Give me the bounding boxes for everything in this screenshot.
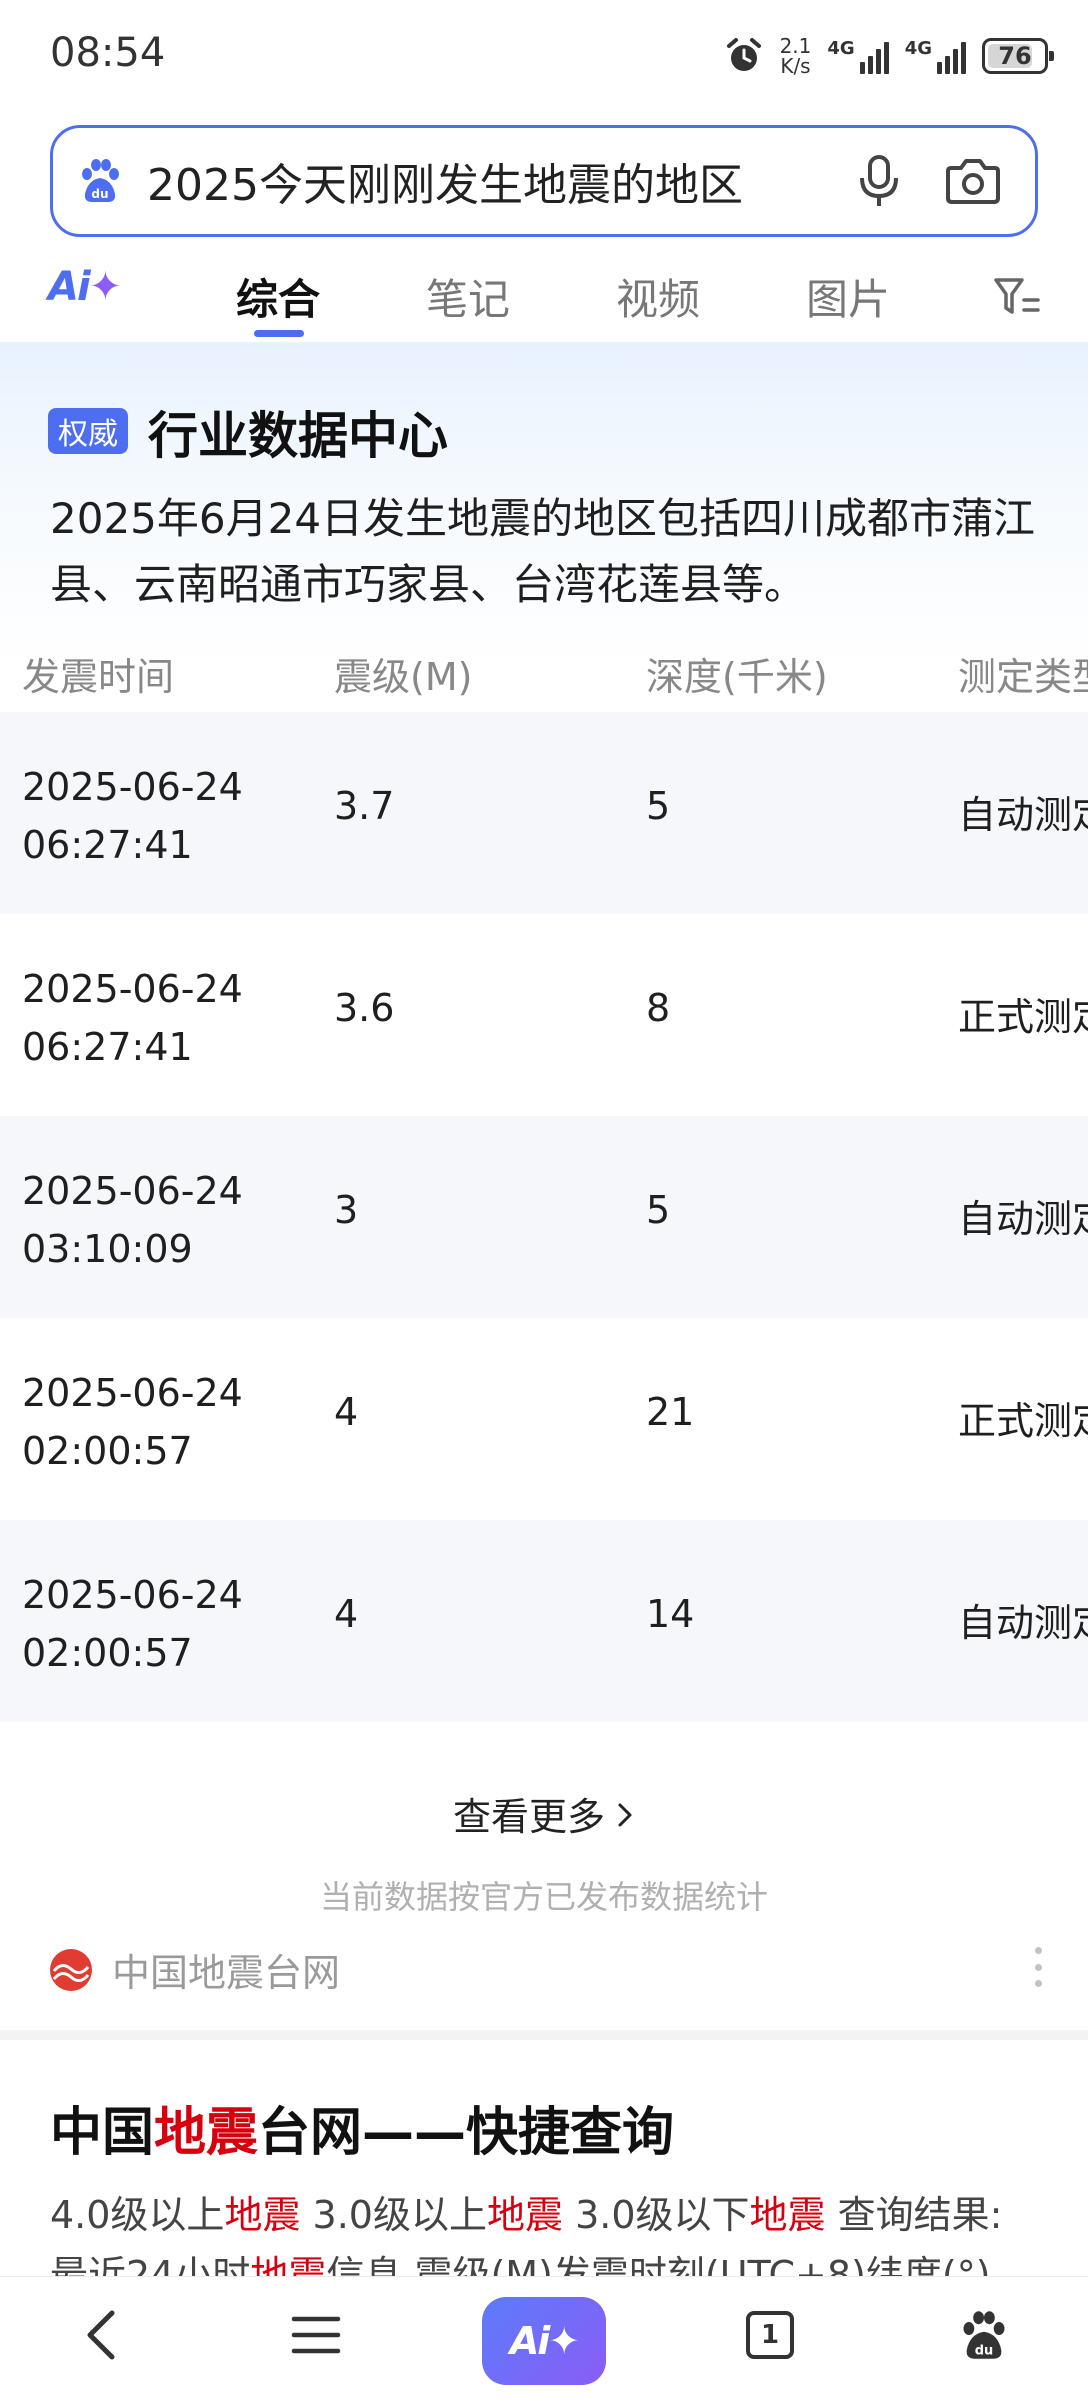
alarm-icon xyxy=(726,38,761,71)
snippet-text: 查询结果: xyxy=(825,2193,1003,2237)
cell-type: 正式测定 xyxy=(958,1399,1088,1443)
network-speed-unit: K/s xyxy=(780,54,811,78)
data-footnote: 当前数据按官方已发布数据统计 xyxy=(319,1878,768,1916)
column-header-time: 发震时间 xyxy=(22,655,175,699)
microphone-icon xyxy=(860,155,898,206)
section-divider xyxy=(0,2030,1088,2040)
industry-data-card: 权威 行业数据中心 2025年6月24日发生地震的地区包括四川成都市蒲江县、云南… xyxy=(0,342,1088,2030)
baidu-home-button[interactable]: du xyxy=(944,2295,1024,2375)
cell-type: 自动测定 xyxy=(958,793,1088,837)
result-title-part: 中国 xyxy=(50,2103,155,2163)
ai-assistant-label: Ai xyxy=(509,2319,550,2363)
active-tab-indicator xyxy=(254,330,304,337)
result-title[interactable]: 中国地震台网——快捷查询 xyxy=(50,2090,674,2165)
cell-magnitude: 4 xyxy=(334,1592,359,1636)
signal-icon-1: 4G xyxy=(827,38,889,74)
cell-time: 2025-06-24 06:27:41 xyxy=(22,967,243,1069)
signal-icon-2: 4G xyxy=(905,38,966,74)
cell-depth: 21 xyxy=(646,1390,695,1434)
image-search-button[interactable] xyxy=(941,149,1005,213)
authority-badge: 权威 xyxy=(48,408,128,454)
status-bar: 08:54 2.1 K/s 4G 4G 76 xyxy=(0,0,1088,112)
baidu-home-icon: du xyxy=(963,2311,1005,2359)
menu-icon xyxy=(291,2316,341,2354)
battery-level: 76 xyxy=(998,42,1032,70)
snippet-text: 3.0级以下 xyxy=(562,2193,750,2237)
snippet-highlight: 地震 xyxy=(486,2193,563,2237)
table-row[interactable]: 2025-06-24 06:27:41 3.6 8 正式测定 xyxy=(0,914,1088,1116)
table-row[interactable]: 2025-06-24 03:10:09 3 5 自动测定 xyxy=(0,1116,1088,1318)
cell-time: 2025-06-24 02:00:57 xyxy=(22,1573,243,1675)
earthquake-table: 发震时间 震级(M) 深度(千米) 测定类型 2025-06-24 06:27:… xyxy=(0,622,1088,1722)
snippet-highlight: 地震 xyxy=(224,2193,301,2237)
signal-label-1: 4G xyxy=(827,38,855,59)
view-more-label: 查看更多 xyxy=(452,1795,605,1839)
battery-icon: 76 xyxy=(982,38,1054,74)
table-row[interactable]: 2025-06-24 06:27:41 3.7 5 自动测定 xyxy=(0,712,1088,914)
column-header-magnitude: 震级(M) xyxy=(334,655,473,699)
network-speed-value: 2.1 xyxy=(779,34,812,58)
column-header-depth: 深度(千米) xyxy=(646,655,828,699)
ai-assistant-icon: ✦ xyxy=(548,2319,580,2363)
tabs-icon: 1 xyxy=(746,2311,794,2359)
menu-button[interactable] xyxy=(276,2295,356,2375)
tab-ai[interactable]: Ai✦ xyxy=(48,264,122,310)
chevron-right-icon xyxy=(618,1803,632,1827)
view-more-link[interactable]: 查看更多 xyxy=(0,1786,1088,1841)
table-row[interactable]: 2025-06-24 02:00:57 4 14 自动测定 xyxy=(0,1520,1088,1722)
back-button[interactable] xyxy=(62,2295,142,2375)
source-attribution[interactable]: 中国地震台网 xyxy=(48,1942,340,1997)
card-title: 行业数据中心 xyxy=(148,407,448,465)
cenc-logo-icon xyxy=(50,1948,92,1991)
status-time: 08:54 xyxy=(50,30,166,76)
tab-ai-label: Ai xyxy=(48,264,91,310)
back-icon xyxy=(87,2310,115,2360)
source-name: 中国地震台网 xyxy=(112,1951,341,1995)
camera-icon xyxy=(946,159,1000,204)
search-bar[interactable]: du 2025今天刚刚发生地震的地区 xyxy=(50,125,1038,237)
svg-text:du: du xyxy=(975,2343,994,2358)
filter-icon[interactable] xyxy=(992,272,1042,322)
tab-images[interactable]: 图片 xyxy=(806,266,890,327)
baidu-paw-icon: du xyxy=(82,159,119,202)
snippet-text: 4.0级以上 xyxy=(50,2193,225,2237)
cell-depth: 5 xyxy=(646,1188,671,1232)
search-input[interactable]: 2025今天刚刚发生地震的地区 xyxy=(147,149,817,213)
result-title-highlight: 地震 xyxy=(154,2103,259,2163)
more-options-icon[interactable] xyxy=(1032,1947,1044,1987)
snippet-text: 3.0级以上 xyxy=(300,2193,487,2237)
cell-magnitude: 3.7 xyxy=(334,784,395,828)
cell-type: 自动测定 xyxy=(958,1601,1088,1645)
search-tabs: Ai✦ 综合 笔记 视频 图片 xyxy=(0,250,1088,342)
table-header: 发震时间 震级(M) 深度(千米) 测定类型 xyxy=(0,622,1088,712)
cell-magnitude: 3.6 xyxy=(334,986,395,1030)
voice-search-button[interactable] xyxy=(847,149,911,213)
cell-depth: 14 xyxy=(646,1592,695,1636)
result-title-part: 台网——快捷查询 xyxy=(258,2103,675,2163)
bottom-navigation: Ai ✦ 1 du xyxy=(0,2276,1088,2400)
signal-label-2: 4G xyxy=(904,38,932,59)
cell-time: 2025-06-24 03:10:09 xyxy=(22,1169,243,1271)
ai-assistant-button[interactable]: Ai ✦ xyxy=(482,2297,606,2385)
sparkle-icon: ✦ xyxy=(88,264,122,310)
cell-time: 2025-06-24 06:27:41 xyxy=(22,765,243,867)
tab-comprehensive[interactable]: 综合 xyxy=(236,266,320,327)
cell-depth: 8 xyxy=(646,986,671,1030)
column-header-type: 测定类型 xyxy=(958,655,1088,699)
tabs-button[interactable]: 1 xyxy=(730,2295,810,2375)
svg-text:du: du xyxy=(91,187,108,201)
cell-time: 2025-06-24 02:00:57 xyxy=(22,1371,243,1473)
cell-magnitude: 3 xyxy=(334,1188,359,1232)
cell-depth: 5 xyxy=(646,784,671,828)
snippet-highlight: 地震 xyxy=(749,2193,826,2237)
cell-magnitude: 4 xyxy=(334,1390,359,1434)
table-row[interactable]: 2025-06-24 02:00:57 4 21 正式测定 xyxy=(0,1318,1088,1520)
tab-notes[interactable]: 笔记 xyxy=(426,266,510,327)
cell-type: 正式测定 xyxy=(958,995,1088,1039)
status-icons: 2.1 K/s 4G 4G 76 xyxy=(724,32,1054,80)
cell-type: 自动测定 xyxy=(958,1197,1088,1241)
tab-video[interactable]: 视频 xyxy=(616,266,700,327)
network-speed: 2.1 K/s xyxy=(780,36,812,76)
card-summary: 2025年6月24日发生地震的地区包括四川成都市蒲江县、云南昭通市巧家县、台湾花… xyxy=(50,494,1036,609)
